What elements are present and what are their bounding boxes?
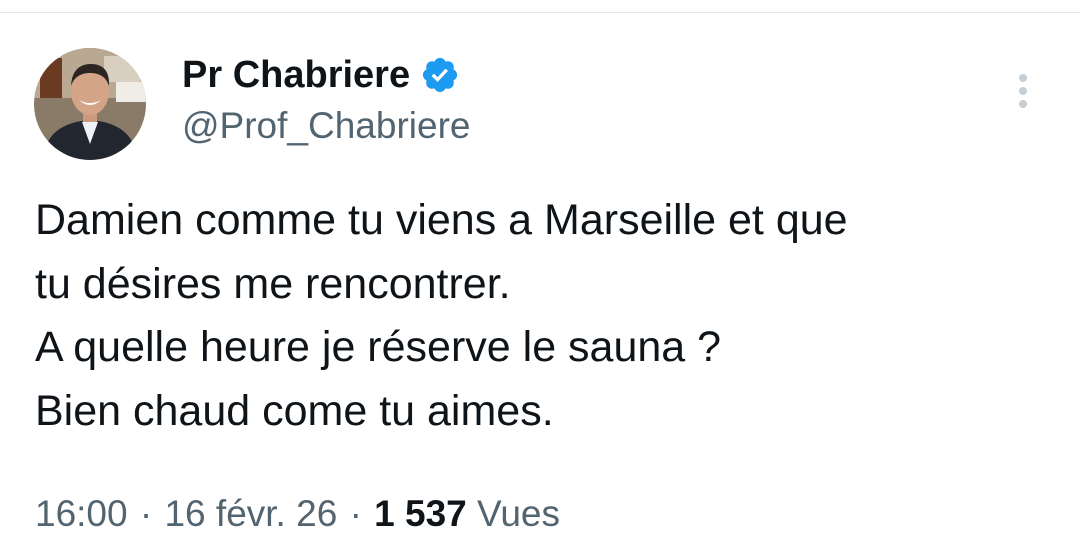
author-display-name: Pr Chabriere xyxy=(182,54,411,96)
tweet-date[interactable]: 16 févr. 26 xyxy=(164,493,337,534)
meta-separator: · xyxy=(139,493,153,534)
avatar[interactable] xyxy=(34,48,146,160)
meta-separator: · xyxy=(349,493,362,534)
tweet-line: tu désires me rencontrer. xyxy=(35,259,511,308)
views-count[interactable]: 1 537 xyxy=(374,493,467,534)
tweet-line: Bien chaud come tu aimes. xyxy=(35,386,554,435)
more-dots-icon xyxy=(1019,74,1027,108)
more-options-button[interactable] xyxy=(1006,70,1040,116)
tweet-line: Damien comme tu viens a Marseille et que xyxy=(35,196,848,244)
tweet-text: Damien comme tu viens a Marseille et que… xyxy=(35,189,1055,443)
author-name[interactable]: Pr Chabriere xyxy=(182,52,460,98)
author-handle[interactable]: @Prof_Chabriere xyxy=(182,104,470,148)
profile-photo-icon xyxy=(34,48,146,160)
top-divider xyxy=(0,12,1080,13)
views-label[interactable]: Vues xyxy=(477,493,560,534)
tweet-time[interactable]: 16:00 xyxy=(35,493,128,534)
tweet-metadata: 16:00 · 16 févr. 26 · 1 537 Vues xyxy=(35,490,560,538)
verified-badge-icon xyxy=(423,57,458,93)
tweet-line: A quelle heure je réserve le sauna ? xyxy=(35,323,722,371)
